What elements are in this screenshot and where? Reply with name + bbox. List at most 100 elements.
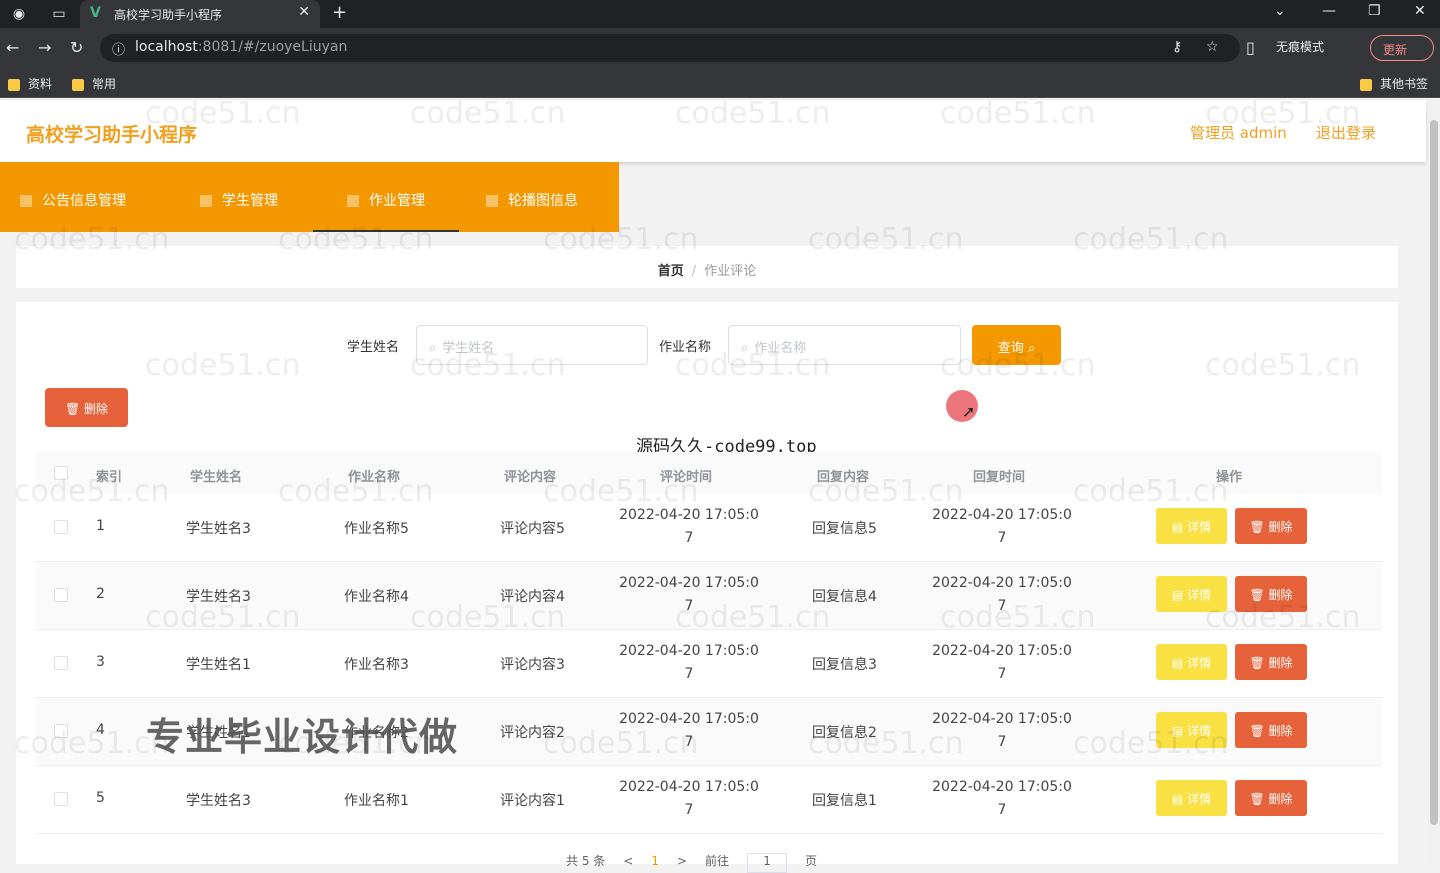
watermark-text: code51.cn — [808, 474, 964, 509]
update-button[interactable]: 更新 — [1370, 35, 1434, 61]
key-icon[interactable]: ⚷ — [1172, 39, 1182, 55]
other-bookmarks[interactable]: 其他书签 — [1360, 75, 1428, 92]
batch-delete-button[interactable]: 🗑 删除 — [45, 388, 128, 427]
cell-student: 学生姓名3 — [186, 793, 251, 809]
watermark-text: code51.cn — [675, 348, 831, 383]
reload-icon[interactable]: ↻ — [70, 38, 83, 57]
cell-comment: 评论内容3 — [500, 657, 565, 673]
document-icon: ▤ — [1171, 588, 1184, 602]
detail-button[interactable]: ▤ 详情 — [1156, 508, 1227, 544]
trash-icon: 🗑 — [1249, 520, 1265, 534]
watermark-text: code51.cn — [278, 222, 434, 257]
row-delete-button[interactable]: 🗑 删除 — [1235, 644, 1307, 680]
browser-tab-strip: ◉ ▭ V 高校学习助手小程序 ✕ + ⌄ — ❐ ✕ — [0, 0, 1440, 28]
watermark-text: code51.cn — [145, 96, 301, 131]
breadcrumb-home[interactable]: 首页 — [658, 264, 684, 279]
watermark-text: code51.cn — [675, 96, 831, 131]
watermark-text: code51.cn — [1205, 96, 1361, 131]
new-tab-icon[interactable]: + — [332, 2, 347, 23]
scrollbar-thumb[interactable] — [1430, 120, 1438, 825]
detail-button[interactable]: ▤ 详情 — [1156, 780, 1227, 816]
table-row: 5 学生姓名3 作业名称1 评论内容1 2022-04-20 17:05:0 7 回复信息1… — [36, 766, 1382, 834]
close-window-icon[interactable]: ✕ — [1414, 3, 1426, 19]
url-field[interactable]: ⓘ localhost:8081/#/zuoyeLiuyan ⚷ ☆ — [100, 34, 1240, 62]
tab-title: 高校学习助手小程序 — [114, 8, 223, 22]
sidebar-icon[interactable]: ▯ — [1246, 38, 1255, 57]
watermark-text: code51.cn — [410, 348, 566, 383]
pagination-total: 共 5 条 — [566, 854, 606, 868]
page-number[interactable]: 1 — [651, 854, 659, 868]
star-icon[interactable]: ☆ — [1206, 39, 1219, 55]
watermark-text: code51.cn — [543, 222, 699, 257]
browser-tab[interactable]: V 高校学习助手小程序 ✕ — [80, 0, 320, 28]
watermark-text: code51.cn — [278, 726, 434, 761]
folder-icon — [8, 78, 20, 91]
document-icon: ▤ — [1171, 792, 1184, 806]
watermark-text: code51.cn — [1205, 348, 1361, 383]
main-content: 学生姓名 ⌕ 学生姓名 作业名称 ⌕ 作业名称 查询 ⌕ 🗑 删除 ➚ 源码久久-c… — [16, 302, 1398, 873]
watermark-text: code51.cn — [145, 600, 301, 635]
window-icon[interactable]: ▭ — [50, 5, 68, 23]
page-unit-label: 页 — [805, 854, 818, 868]
back-icon[interactable]: ← — [6, 38, 19, 57]
trash-icon: 🗑 — [64, 402, 81, 416]
forward-icon[interactable]: → — [38, 38, 51, 57]
document-icon — [20, 195, 32, 207]
pagination: 共 5 条 <1 > 前往 1 页 — [566, 852, 835, 873]
th-reply-time: 回复时间 — [973, 470, 1026, 485]
breadcrumb-separator: / — [691, 264, 697, 279]
cell-comment-time: 2022-04-20 17:05:0 7 — [619, 779, 759, 818]
detail-button[interactable]: ▤ 详情 — [1156, 644, 1227, 680]
folder-icon — [72, 78, 84, 91]
document-icon: ▤ — [1171, 656, 1184, 670]
watermark-text: code51.cn — [1073, 474, 1229, 509]
info-icon[interactable]: ⓘ — [112, 39, 125, 58]
chevron-down-icon[interactable]: ⌄ — [1274, 3, 1286, 19]
row-delete-button[interactable]: 🗑 删除 — [1235, 712, 1307, 748]
minimize-icon[interactable]: — — [1322, 3, 1336, 19]
watermark-text: code51.cn — [1073, 222, 1229, 257]
cell-index: 5 — [96, 790, 105, 806]
cell-reply-time: 2022-04-20 17:05:0 7 — [932, 643, 1072, 682]
trash-icon: 🗑 — [1249, 656, 1265, 670]
browser-menu-icon[interactable]: ◉ — [10, 5, 28, 23]
row-delete-button[interactable]: 🗑 删除 — [1235, 780, 1307, 816]
incognito-label[interactable]: 无痕模式 — [1276, 38, 1324, 55]
cell-index: 2 — [96, 586, 105, 602]
page-scrollbar[interactable] — [1428, 100, 1440, 864]
watermark-text: code51.cn — [145, 348, 301, 383]
prev-page-button[interactable]: < — [623, 854, 633, 868]
row-checkbox[interactable] — [54, 520, 68, 534]
cell-reply: 回复信息1 — [812, 793, 877, 809]
book-icon — [347, 195, 359, 207]
url-text: localhost:8081/#/zuoyeLiuyan — [135, 39, 348, 55]
bookmark-folder-1[interactable]: 资料 — [8, 75, 52, 92]
restore-icon[interactable]: ❐ — [1368, 3, 1381, 19]
watermark-text: code51.cn — [543, 474, 699, 509]
goto-page-input[interactable]: 1 — [747, 853, 788, 873]
folder-icon — [1360, 78, 1372, 91]
watermark-text: code51.cn — [14, 474, 170, 509]
row-checkbox[interactable] — [54, 588, 68, 602]
cell-reply-time: 2022-04-20 17:05:0 7 — [932, 779, 1072, 818]
trash-icon: 🗑 — [1249, 792, 1265, 806]
cell-index: 3 — [96, 654, 105, 670]
watermark-text: code51.cn — [410, 600, 566, 635]
goto-label: 前往 — [705, 854, 730, 868]
cell-reply: 回复信息3 — [812, 657, 877, 673]
close-tab-icon[interactable]: ✕ — [298, 4, 310, 20]
next-page-button[interactable]: > — [677, 854, 687, 868]
row-checkbox[interactable] — [54, 792, 68, 806]
cursor-icon: ➚ — [962, 402, 976, 421]
cell-student: 学生姓名1 — [186, 657, 251, 673]
bookmark-folder-2[interactable]: 常用 — [72, 75, 116, 92]
table-row: 3 学生姓名1 作业名称3 评论内容3 2022-04-20 17:05:0 7 回复信息3… — [36, 630, 1382, 698]
cell-homework: 作业名称4 — [344, 589, 409, 605]
vue-logo-icon: V — [90, 5, 101, 21]
row-checkbox[interactable] — [54, 656, 68, 670]
watermark-text: code51.cn — [410, 96, 566, 131]
cell-comment-time: 2022-04-20 17:05:0 7 — [619, 507, 759, 546]
document-icon: ▤ — [1171, 520, 1184, 534]
watermark-text: code51.cn — [14, 726, 170, 761]
row-delete-button[interactable]: 🗑 删除 — [1235, 508, 1307, 544]
